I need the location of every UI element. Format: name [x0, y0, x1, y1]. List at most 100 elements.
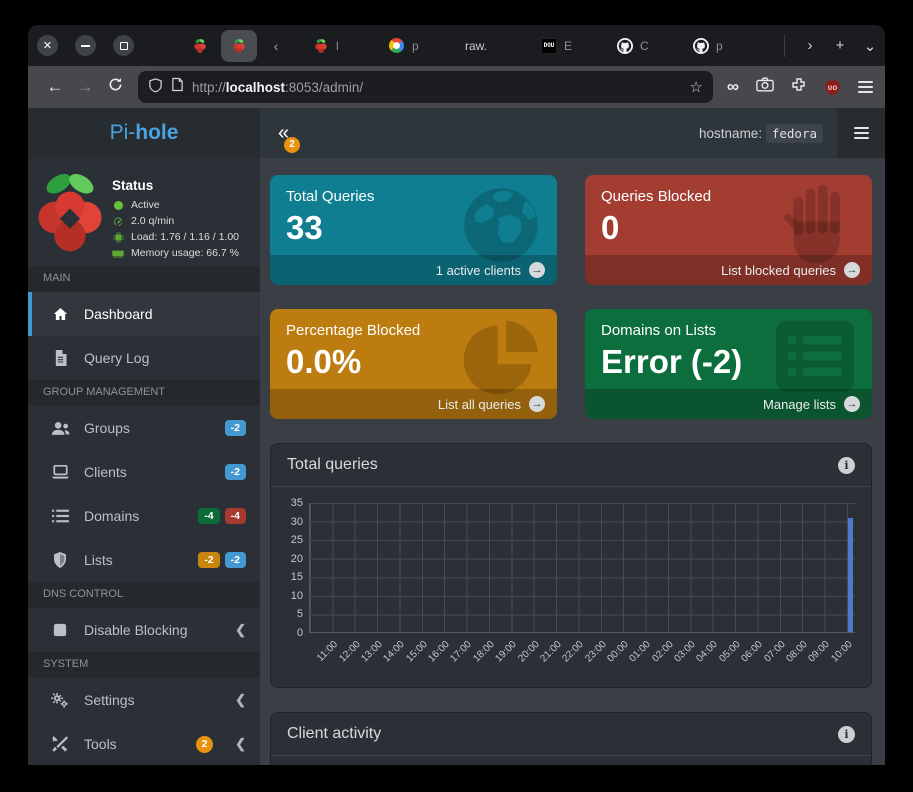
scroll-tabs-left-button[interactable]: ‹: [263, 38, 289, 54]
sidebar-item-query-log[interactable]: Query Log: [28, 336, 260, 380]
address-bar[interactable]: http://localhost:8053/admin/ ☆: [138, 71, 713, 103]
reload-button[interactable]: [100, 77, 130, 97]
new-tab-button[interactable]: +: [825, 37, 855, 54]
sidebar-item-lists[interactable]: Lists -2 -2: [28, 538, 260, 582]
minimize-icon: [81, 45, 90, 47]
url-text[interactable]: http://localhost:8053/admin/: [192, 80, 681, 95]
dashboard-content: Total Queries 33 1 active clients → Quer…: [260, 158, 885, 765]
scroll-tabs-right-button[interactable]: ›: [795, 37, 825, 54]
close-window-button[interactable]: ✕: [37, 35, 58, 56]
app-header-main: « 2 hostname: fedora: [260, 108, 885, 158]
pinned-tab-pihole[interactable]: [189, 38, 211, 54]
minimize-window-button[interactable]: [75, 35, 96, 56]
app-menu-button[interactable]: [837, 108, 885, 158]
card-value: 0.0%: [270, 339, 557, 381]
forward-button[interactable]: →: [70, 77, 100, 97]
chevron-left-icon: ❮: [235, 736, 246, 752]
tab-dou[interactable]: DOU E: [533, 30, 609, 62]
pihole-logo[interactable]: Pi-hole: [28, 108, 260, 158]
sidebar-item-tools[interactable]: Tools 2 ❮: [28, 722, 260, 765]
sidebar-item-domains[interactable]: Domains -4 -4: [28, 494, 260, 538]
sidebar-item-settings[interactable]: Settings ❮: [28, 678, 260, 722]
screenshot-camera-icon[interactable]: [756, 77, 774, 97]
list-all-tabs-button[interactable]: ⌄: [855, 37, 885, 55]
card-footer-link[interactable]: 1 active clients →: [270, 255, 557, 285]
app-body: Status Active 2.0 q/min Load: 1.76 / 1.1…: [28, 158, 885, 765]
sidebar-item-disable-blocking[interactable]: Disable Blocking ❮: [28, 608, 260, 652]
status-memory: Memory usage: 66.7 %: [131, 247, 239, 260]
update-notification-badge: 2: [284, 137, 300, 153]
maximize-window-button[interactable]: [113, 35, 134, 56]
tabbar-controls: › + ⌄: [784, 35, 885, 57]
info-icon[interactable]: i: [838, 457, 855, 474]
total-queries-chart[interactable]: 35302520151050 11:0012:0013:0014:0015:00…: [271, 487, 871, 687]
sidebar-item-groups[interactable]: Groups -2: [28, 406, 260, 450]
github-favicon-icon: [617, 38, 633, 54]
github-favicon-icon: [693, 38, 709, 54]
tab-label: C: [640, 39, 649, 53]
sidebar-section-group-management: GROUP MANAGEMENT: [28, 380, 260, 406]
extension-infinity-icon[interactable]: ∞: [727, 77, 739, 97]
tab-pihole-login[interactable]: l: [305, 30, 381, 62]
card-footer-link[interactable]: Manage lists →: [585, 389, 872, 419]
raspberry-logo: [34, 170, 106, 256]
percentage-blocked-card: Percentage Blocked 0.0% List all queries…: [270, 309, 557, 419]
domains-denied-badge: -4: [225, 508, 246, 524]
status-active: Active: [131, 199, 160, 212]
app-menu-icon: [854, 127, 869, 139]
total-queries-card: Total Queries 33 1 active clients →: [270, 175, 557, 285]
dou-favicon-icon: DOU: [541, 38, 557, 54]
pihole-favicon-icon: [231, 38, 247, 54]
lists-badge-1: -2: [198, 552, 219, 568]
status-dot-icon: [112, 201, 124, 210]
status-block: Status Active 2.0 q/min Load: 1.76 / 1.1…: [28, 158, 260, 266]
active-tab-pihole[interactable]: [221, 30, 257, 62]
tab-github-1[interactable]: C: [609, 30, 685, 62]
summary-cards: Total Queries 33 1 active clients → Quer…: [270, 175, 872, 419]
sidebar: Status Active 2.0 q/min Load: 1.76 / 1.1…: [28, 158, 260, 765]
tab-raw[interactable]: raw.: [457, 30, 533, 62]
url-toolbar: ← → http://localhost:8053/admin/ ☆ ∞ UO: [28, 66, 885, 108]
groups-badge: -2: [225, 420, 246, 436]
tab-label: raw.: [465, 39, 487, 53]
queries-blocked-card: Queries Blocked 0 List blocked queries →: [585, 175, 872, 285]
card-footer-link[interactable]: List blocked queries →: [585, 255, 872, 285]
page-info-icon[interactable]: [171, 77, 184, 97]
card-value: Error (-2): [585, 339, 872, 381]
browser-window: ✕ ‹ l p r: [28, 25, 885, 765]
card-value: 0: [585, 205, 872, 247]
back-button[interactable]: ←: [40, 77, 70, 97]
card-title: Queries Blocked: [585, 175, 872, 205]
sidebar-item-dashboard[interactable]: Dashboard: [28, 292, 260, 336]
panel-header: Total queries i: [271, 444, 871, 487]
card-title: Percentage Blocked: [270, 309, 557, 339]
arrow-circle-right-icon: →: [529, 396, 545, 412]
card-footer-link[interactable]: List all queries →: [270, 389, 557, 419]
sidebar-collapse-button[interactable]: « 2: [278, 123, 289, 143]
query-bar[interactable]: [848, 518, 853, 632]
sidebar-item-clients[interactable]: Clients -2: [28, 450, 260, 494]
shield-icon: [50, 552, 70, 568]
tools-update-badge: 2: [196, 736, 213, 753]
hostname-display: hostname: fedora: [699, 126, 823, 141]
card-title: Domains on Lists: [585, 309, 872, 339]
domains-allowed-badge: -4: [198, 508, 219, 524]
ublock-origin-icon[interactable]: UO: [824, 79, 841, 96]
tracking-shield-icon[interactable]: [148, 77, 163, 98]
tab-bar: ✕ ‹ l p r: [28, 25, 885, 66]
card-title: Total Queries: [270, 175, 557, 205]
sidebar-section-system: SYSTEM: [28, 652, 260, 678]
browser-menu-icon[interactable]: [858, 81, 873, 93]
tab-label: p: [412, 39, 419, 53]
bookmark-star-icon[interactable]: ☆: [689, 78, 702, 96]
chart-plot-area: [309, 503, 855, 633]
stop-icon: [50, 623, 70, 637]
tab-google[interactable]: p: [381, 30, 457, 62]
gears-icon: [50, 693, 70, 708]
lists-badge-2: -2: [225, 552, 246, 568]
info-icon[interactable]: i: [838, 726, 855, 743]
tab-github-2[interactable]: p: [685, 30, 761, 62]
extensions-puzzle-icon[interactable]: [791, 77, 807, 98]
card-value: 33: [270, 205, 557, 247]
window-controls: ✕: [37, 35, 134, 56]
